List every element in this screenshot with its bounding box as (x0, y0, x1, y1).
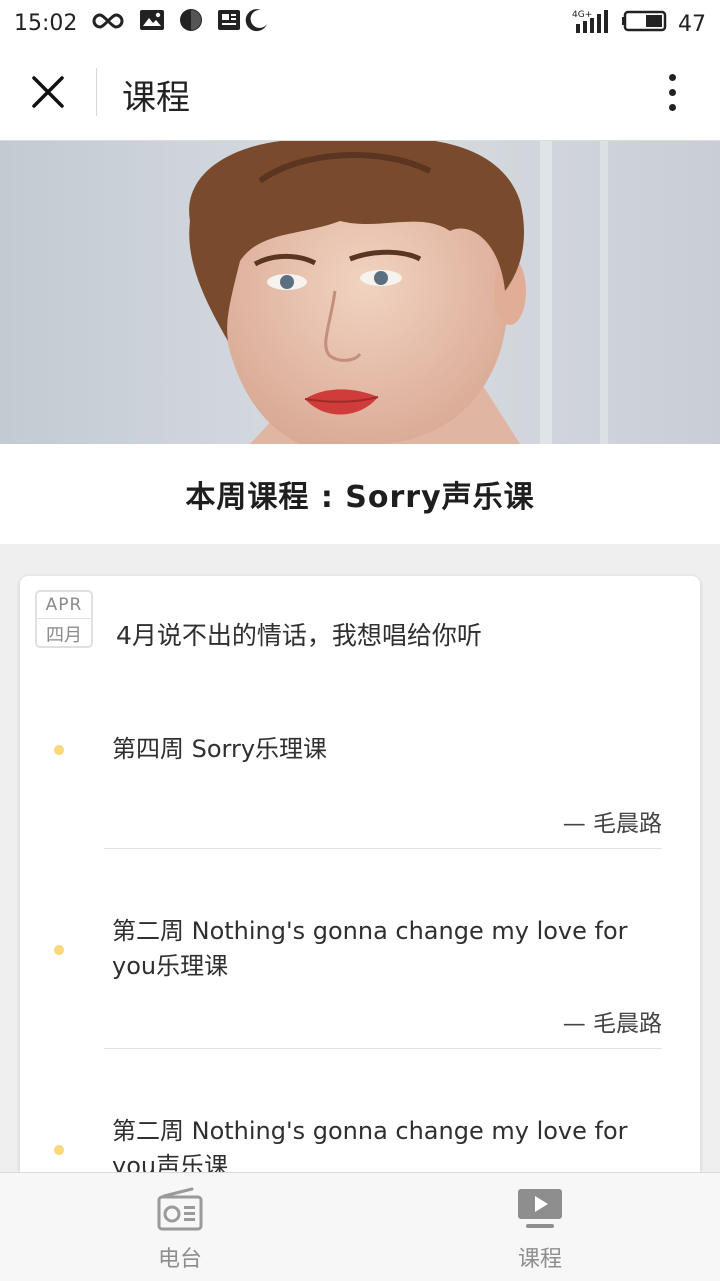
status-left: 15:02 (14, 8, 269, 38)
more-button[interactable] (650, 70, 694, 114)
close-icon (32, 76, 64, 108)
radio-icon (157, 1187, 203, 1231)
tab-bar: 电台 课程 (0, 1172, 720, 1281)
date-badge: APR 四月 (35, 590, 93, 648)
more-icon (668, 73, 676, 81)
bullet-dot (54, 945, 64, 955)
divider (104, 1048, 662, 1049)
lesson-title: 第二周 Nothing's gonna change my love for y… (112, 917, 628, 980)
lesson-author: — 毛晨路 (562, 1011, 662, 1037)
list-item[interactable]: 第二周 Nothing's gonna change my love for y… (20, 906, 700, 1050)
course-card: APR 四月 4月说不出的情话，我想唱给你听 第四周 Sorry乐理课 — 毛晨… (20, 576, 700, 1216)
tab-courses[interactable]: 课程 (470, 1187, 610, 1273)
play-icon (518, 1189, 562, 1228)
infinity-icon (91, 11, 125, 36)
tab-label: 课程 (517, 1247, 562, 1272)
card-heading: 4月说不出的情话，我想唱给你听 (116, 621, 482, 650)
page-title: 本周课程 : Sorry声乐课 (185, 480, 535, 515)
date-month-cn: 四月 (37, 618, 91, 647)
list-item[interactable]: 第四周 Sorry乐理课 — 毛晨路 (20, 716, 700, 850)
image-icon (139, 9, 165, 37)
news-icon (217, 8, 241, 38)
title-band: 本周课程 : Sorry声乐课 (0, 444, 720, 544)
status-time: 15:02 (14, 10, 78, 36)
close-button[interactable] (22, 66, 74, 118)
lesson-author: — 毛晨路 (562, 811, 662, 837)
circle-icon (179, 8, 203, 38)
nav-title: 课程 (122, 78, 190, 118)
tab-radio[interactable]: 电台 (110, 1187, 250, 1273)
status-right: 4G+ 47 (572, 8, 706, 40)
svg-text:4G+: 4G+ (572, 10, 592, 20)
date-month-en: APR (45, 595, 83, 615)
bullet-dot (54, 745, 64, 755)
more-icon-dot (668, 88, 676, 96)
status-bar: 15:02 4G+ 47 (0, 0, 720, 44)
bullet-dot (54, 1145, 64, 1155)
moon-icon (245, 8, 269, 38)
battery-level: 47 (678, 11, 706, 37)
tab-label: 电台 (157, 1247, 202, 1272)
hero-image (0, 141, 720, 444)
divider (104, 848, 662, 849)
portrait-image (0, 141, 720, 444)
battery-icon (622, 10, 668, 38)
more-icon-dot (668, 103, 676, 111)
nav-divider (96, 68, 97, 116)
signal-icon: 4G+ (572, 8, 612, 40)
lesson-title: 第四周 Sorry乐理课 (112, 735, 328, 763)
nav-bar: 课程 (0, 44, 720, 141)
